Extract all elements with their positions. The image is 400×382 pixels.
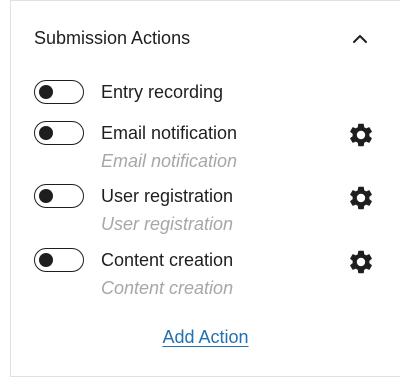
action-label: Email notification — [101, 123, 238, 143]
content-creation-toggle[interactable] — [34, 248, 84, 272]
action-sublabel: User registration — [101, 214, 234, 234]
add-action-link[interactable]: Add Action — [11, 327, 400, 348]
action-row-user-registration: User registration User registration — [11, 184, 400, 236]
submission-actions-panel: Submission Actions Entry recording Email… — [10, 0, 400, 377]
action-sublabel: Email notification — [101, 151, 238, 171]
email-notification-toggle[interactable] — [34, 121, 84, 145]
panel-header[interactable]: Submission Actions — [11, 19, 400, 59]
gear-icon[interactable] — [347, 248, 375, 276]
action-row-email-notification: Email notification Email notification — [11, 121, 400, 173]
action-label: Content creation — [101, 250, 234, 270]
chevron-up-icon[interactable] — [348, 27, 372, 51]
action-row-entry-recording: Entry recording — [11, 80, 400, 108]
gear-icon[interactable] — [347, 184, 375, 212]
entry-recording-toggle[interactable] — [34, 80, 84, 104]
panel-title: Submission Actions — [34, 28, 191, 48]
action-label: User registration — [101, 186, 234, 206]
action-row-content-creation: Content creation Content creation — [11, 248, 400, 300]
user-registration-toggle[interactable] — [34, 184, 84, 208]
toggle-knob — [39, 188, 53, 203]
action-label: Entry recording — [101, 82, 224, 102]
toggle-knob — [39, 252, 53, 267]
gear-icon[interactable] — [347, 121, 375, 149]
toggle-knob — [39, 84, 53, 99]
action-sublabel: Content creation — [101, 278, 234, 298]
toggle-knob — [39, 125, 53, 140]
